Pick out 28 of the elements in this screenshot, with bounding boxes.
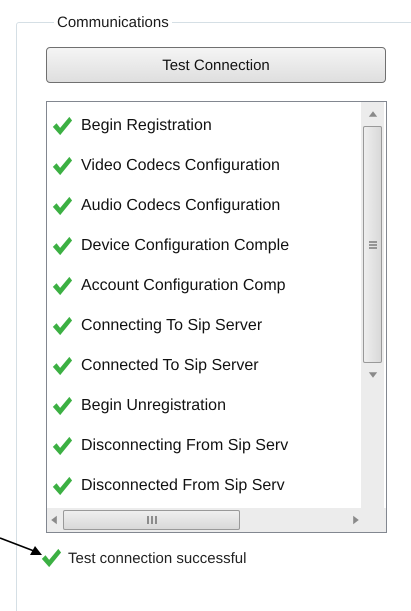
horizontal-scrollbar[interactable] bbox=[47, 508, 386, 532]
test-connection-button[interactable]: Test Connection bbox=[46, 47, 386, 83]
vertical-scrollbar[interactable] bbox=[361, 102, 384, 508]
log-entry: Video Codecs Configuration bbox=[81, 157, 280, 175]
checkmark-icon bbox=[51, 115, 73, 137]
checkmark-icon bbox=[51, 435, 73, 457]
status-message: Test connection successful bbox=[68, 550, 246, 566]
checkmark-icon bbox=[51, 235, 73, 257]
log-entry: Disconnected From Sip Serv bbox=[81, 477, 285, 495]
checkmark-icon bbox=[51, 395, 73, 417]
checkmark-icon bbox=[51, 195, 73, 217]
scrollbar-thumb[interactable] bbox=[63, 510, 240, 530]
checkmark-icon bbox=[51, 275, 73, 297]
group-title: Communications bbox=[56, 14, 170, 31]
log-entry: Connected To Sip Server bbox=[81, 357, 259, 375]
checkmark-icon bbox=[51, 315, 73, 337]
log-entry: Audio Codecs Configuration bbox=[81, 197, 280, 215]
checkmark-icon bbox=[40, 547, 62, 569]
checkmark-icon bbox=[51, 355, 73, 377]
scrollbar-thumb[interactable] bbox=[363, 126, 382, 363]
log-entry: Connecting To Sip Server bbox=[81, 317, 262, 335]
log-entry: Device Configuration Comple bbox=[81, 237, 290, 255]
log-entry: Begin Unregistration bbox=[81, 397, 226, 415]
checkmark-icon bbox=[51, 155, 73, 177]
log-entry: Begin Registration bbox=[81, 117, 212, 135]
log-entry: Disconnecting From Sip Serv bbox=[81, 437, 288, 455]
checkmark-icon bbox=[51, 475, 73, 497]
log-entry: Account Configuration Comp bbox=[81, 277, 286, 295]
